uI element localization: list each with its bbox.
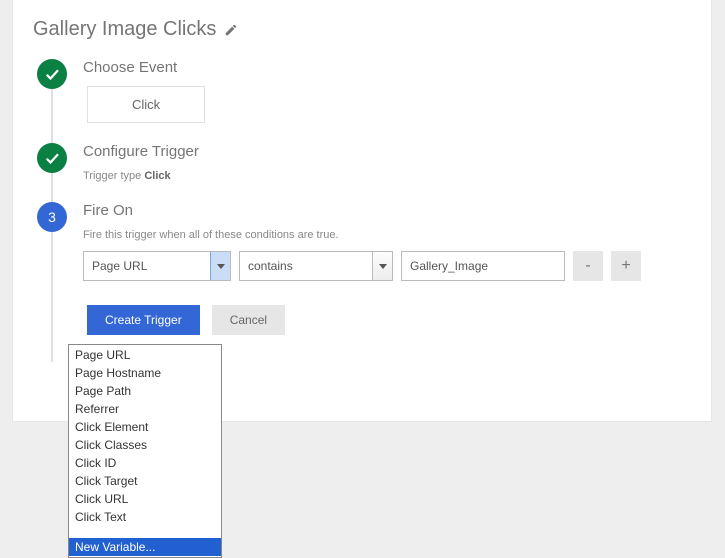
step-title: Fire On	[83, 202, 691, 219]
dropdown-caret	[210, 252, 230, 280]
dropdown-option[interactable]: Click ID	[69, 454, 221, 472]
create-trigger-button[interactable]: Create Trigger	[87, 305, 200, 335]
fire-on-description: Fire this trigger when all of these cond…	[83, 229, 691, 241]
event-box[interactable]: Click	[87, 86, 205, 123]
dropdown-option-new-variable[interactable]: New Variable...	[69, 538, 221, 556]
dropdown-spacer	[69, 526, 221, 538]
dropdown-option[interactable]: Page URL	[69, 346, 221, 364]
step-choose-event: Choose Event Click	[37, 59, 691, 139]
dropdown-option[interactable]: Referrer	[69, 400, 221, 418]
check-icon	[43, 65, 61, 83]
dropdown-option[interactable]: Page Hostname	[69, 364, 221, 382]
dropdown-option[interactable]: Click Classes	[69, 436, 221, 454]
value-input[interactable]	[401, 251, 565, 281]
step-configure-trigger: Configure Trigger Trigger type Click	[37, 143, 691, 198]
trigger-type-value: Click	[144, 170, 170, 182]
variable-dropdown[interactable]: Page URL Page Hostname Page Path Referre…	[68, 344, 222, 558]
step-badge-number: 3	[37, 202, 67, 232]
trigger-type-label: Trigger type	[83, 170, 141, 182]
remove-condition-button[interactable]: -	[573, 251, 603, 281]
pencil-icon[interactable]	[224, 23, 238, 37]
title-row: Gallery Image Clicks	[33, 18, 691, 41]
operator-select[interactable]: contains	[239, 251, 393, 281]
step-fire-on: 3 Fire On Fire this trigger when all of …	[37, 202, 691, 351]
footer-buttons: Create Trigger Cancel	[87, 305, 691, 335]
dropdown-option[interactable]: Click Element	[69, 418, 221, 436]
dropdown-option[interactable]: Page Path	[69, 382, 221, 400]
trigger-type: Trigger type Click	[83, 170, 691, 182]
condition-row: Page URL contains - +	[83, 251, 691, 281]
add-condition-button[interactable]: +	[611, 251, 641, 281]
step-connector	[51, 232, 53, 362]
chevron-down-icon	[379, 264, 387, 269]
dropdown-option[interactable]: Click URL	[69, 490, 221, 508]
variable-select-value: Page URL	[92, 259, 147, 273]
operator-select-value: contains	[248, 259, 293, 273]
trigger-title: Gallery Image Clicks	[33, 18, 216, 41]
step-title: Configure Trigger	[83, 143, 691, 160]
dropdown-caret	[372, 252, 392, 280]
dropdown-option[interactable]: Click Text	[69, 508, 221, 526]
step-title: Choose Event	[83, 59, 691, 76]
check-icon	[43, 149, 61, 167]
dropdown-option[interactable]: Click Target	[69, 472, 221, 490]
step-badge-done	[37, 143, 67, 173]
chevron-down-icon	[217, 264, 225, 269]
variable-select[interactable]: Page URL	[83, 251, 231, 281]
step-badge-done	[37, 59, 67, 89]
cancel-button[interactable]: Cancel	[212, 305, 285, 335]
